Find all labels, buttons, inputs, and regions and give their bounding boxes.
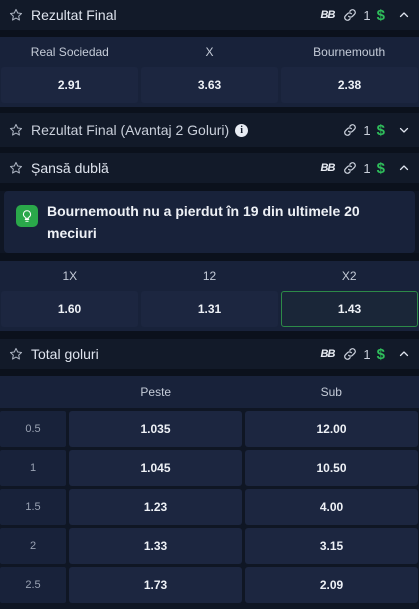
stat-tip: Bournemouth nu a pierdut în 19 din ultim…	[4, 191, 415, 253]
star-icon[interactable]	[8, 122, 24, 138]
odd-button-over[interactable]: 1.23	[69, 489, 242, 525]
odd-button-over[interactable]: 1.045	[69, 450, 242, 486]
odd-button-under[interactable]: 4.00	[245, 489, 418, 525]
goal-line: 1.5	[0, 489, 66, 525]
odd-button-over[interactable]: 1.035	[69, 411, 242, 447]
selection-label: X	[205, 45, 214, 59]
odd-button-draw[interactable]: 3.63	[141, 67, 278, 103]
odd-button-12[interactable]: 1.31	[141, 291, 278, 327]
market-title: Rezultat Final	[31, 7, 117, 23]
goal-line: 2	[0, 528, 66, 564]
total-goals-header: Peste Sub	[0, 376, 419, 408]
market-title: Rezultat Final (Avantaj 2 Goluri)	[31, 122, 230, 138]
dollar-icon: $	[376, 159, 385, 177]
dollar-icon: $	[376, 6, 385, 24]
selection-label: Real Sociedad	[30, 45, 109, 59]
bet-builder-icon: BB	[320, 162, 336, 174]
selection-label: 1X	[62, 269, 78, 283]
selection-label: Bournemouth	[313, 45, 386, 59]
table-row: 1.5 1.23 4.00	[0, 489, 419, 525]
total-goals-table: 0.5 1.035 12.00 1 1.045 10.50 1.5 1.23 4…	[0, 408, 419, 603]
odd-button-under[interactable]: 2.09	[245, 567, 418, 603]
odd-button-under[interactable]: 3.15	[245, 528, 418, 564]
star-icon[interactable]	[8, 346, 24, 362]
link-icon	[342, 122, 358, 138]
goal-line: 1	[0, 450, 66, 486]
table-row: 2.5 1.73 2.09	[0, 567, 419, 603]
chevron-down-icon[interactable]	[397, 123, 411, 137]
link-icon	[342, 7, 358, 23]
odd-button-x2[interactable]: 1.43	[281, 291, 418, 327]
chevron-up-icon[interactable]	[397, 8, 411, 22]
bet-builder-icon: BB	[320, 348, 336, 360]
selection-label: X2	[341, 269, 357, 283]
selection-labels: Real Sociedad X Bournemouth	[0, 37, 419, 67]
market-header-handicap[interactable]: Rezultat Final (Avantaj 2 Goluri) i 1 $	[0, 113, 419, 147]
odd-button-over[interactable]: 1.73	[69, 567, 242, 603]
market-count: 1	[363, 160, 371, 176]
market-count: 1	[363, 346, 371, 362]
selection-label: 12	[202, 269, 217, 283]
goal-line: 0.5	[0, 411, 66, 447]
column-under: Sub	[320, 385, 342, 399]
bet-builder-icon: BB	[320, 9, 336, 21]
dollar-icon: $	[376, 121, 385, 139]
star-icon[interactable]	[8, 160, 24, 176]
market-count: 1	[363, 122, 371, 138]
info-icon[interactable]: i	[235, 123, 249, 137]
goal-line: 2.5	[0, 567, 66, 603]
dollar-icon: $	[376, 345, 385, 363]
market-header-double-chance[interactable]: Șansă dublă BB 1 $	[0, 153, 419, 183]
odd-button-under[interactable]: 10.50	[245, 450, 418, 486]
odd-button-under[interactable]: 12.00	[245, 411, 418, 447]
table-row: 2 1.33 3.15	[0, 528, 419, 564]
market-header-total-goals[interactable]: Total goluri BB 1 $	[0, 339, 419, 369]
odds-row: 1.60 1.31 1.43	[0, 291, 419, 331]
market-title: Total goluri	[31, 346, 99, 362]
odds-row: 2.91 3.63 2.38	[0, 67, 419, 107]
table-row: 1 1.045 10.50	[0, 450, 419, 486]
market-title-wrap: Rezultat Final (Avantaj 2 Goluri) i	[31, 122, 342, 138]
odd-button-home[interactable]: 2.91	[1, 67, 138, 103]
market-header-result[interactable]: Rezultat Final BB 1 $	[0, 0, 419, 30]
odd-button-1x[interactable]: 1.60	[1, 291, 138, 327]
chevron-up-icon[interactable]	[397, 161, 411, 175]
link-icon	[342, 160, 358, 176]
lightbulb-icon	[16, 205, 38, 227]
odd-button-over[interactable]: 1.33	[69, 528, 242, 564]
market-result: Rezultat Final BB 1 $ Real Sociedad X Bo…	[0, 0, 419, 107]
star-icon[interactable]	[8, 7, 24, 23]
odd-button-away[interactable]: 2.38	[281, 67, 418, 103]
column-over: Peste	[140, 385, 172, 399]
market-count: 1	[363, 7, 371, 23]
selection-labels: 1X 12 X2	[0, 261, 419, 291]
market-title: Șansă dublă	[31, 160, 109, 176]
tip-text: Bournemouth nu a pierdut în 19 din ultim…	[47, 203, 360, 241]
table-row: 0.5 1.035 12.00	[0, 411, 419, 447]
link-icon	[342, 346, 358, 362]
chevron-up-icon[interactable]	[397, 347, 411, 361]
